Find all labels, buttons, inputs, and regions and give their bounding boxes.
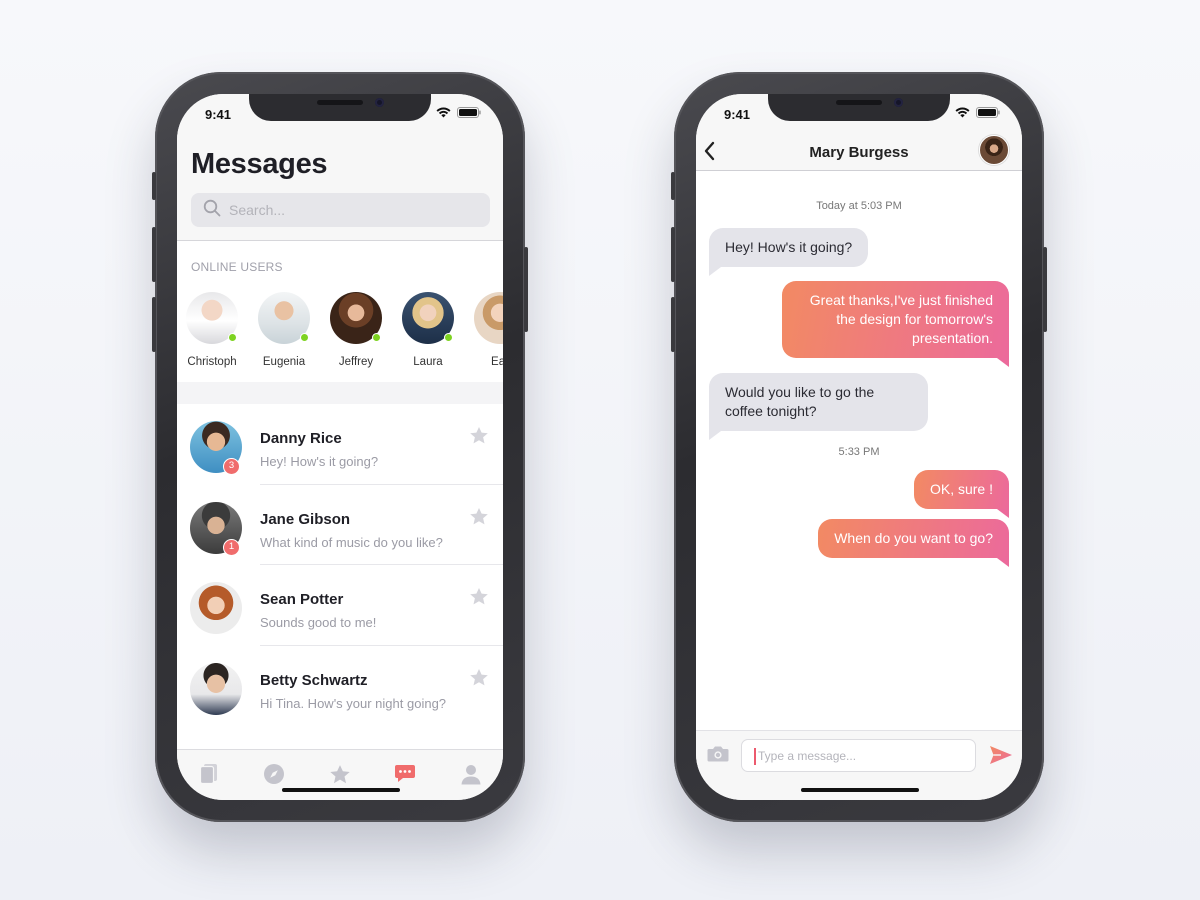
conversation-preview: Sounds good to me! — [260, 615, 377, 630]
avatar — [258, 292, 310, 344]
compass-icon[interactable] — [262, 762, 286, 786]
power-button — [524, 247, 528, 332]
online-user[interactable]: Eugenia — [257, 292, 311, 368]
online-user[interactable]: Laura — [401, 292, 455, 368]
battery-icon — [457, 107, 481, 118]
online-user-name: Laura — [413, 356, 443, 368]
contact-avatar[interactable] — [979, 135, 1009, 165]
volume-down-button — [671, 297, 675, 352]
conversation-item[interactable]: Sean Potter Sounds good to me! — [177, 565, 503, 646]
status-time: 9:41 — [205, 107, 232, 122]
conversation-item[interactable]: Betty Schwartz Hi Tina. How's your night… — [177, 646, 503, 727]
unread-badge: 3 — [223, 458, 240, 475]
volume-up-button — [671, 227, 675, 282]
profile-icon[interactable] — [459, 762, 483, 786]
message-input[interactable] — [758, 741, 968, 770]
online-users-list[interactable]: Christoph Eugenia Jeffrey Laura Ear — [185, 292, 503, 368]
online-user-name: Christoph — [187, 356, 237, 368]
unread-badge: 1 — [223, 538, 240, 556]
front-camera — [894, 98, 903, 107]
conversation-name: Jane Gibson — [260, 510, 351, 528]
avatar — [474, 292, 503, 344]
star-icon[interactable] — [469, 507, 489, 531]
mute-switch — [671, 172, 675, 200]
conversation-name: Danny Rice — [260, 430, 342, 447]
incoming-message[interactable]: Would you like to go the coffee tonight? — [709, 373, 928, 440]
online-user-name: Jeffrey — [338, 356, 374, 368]
online-user-name: Eugenia — [262, 356, 306, 368]
avatar — [402, 292, 454, 344]
volume-down-button — [152, 297, 156, 352]
online-user[interactable]: Ear — [473, 292, 503, 368]
text-caret — [754, 748, 756, 765]
conversation-preview: What kind of music do you like? — [260, 534, 443, 550]
notch — [249, 94, 431, 121]
chat-timestamp: Today at 5:03 PM — [816, 200, 902, 212]
outgoing-message[interactable]: OK, sure ! — [913, 470, 1010, 518]
tab-bar — [177, 749, 503, 800]
battery-icon — [976, 107, 1000, 118]
outgoing-message[interactable]: Great thanks,I've just finished the desi… — [782, 281, 1009, 367]
conversation-preview: Hi Tina. How's your night going? — [260, 695, 447, 711]
cards-icon[interactable] — [197, 762, 221, 786]
status-icons — [436, 107, 481, 118]
avatar — [186, 292, 238, 344]
wifi-icon — [955, 107, 970, 118]
speaker-grille — [836, 100, 882, 105]
notch — [768, 94, 950, 121]
avatar — [330, 292, 382, 344]
status-icons — [955, 107, 1000, 118]
front-camera — [375, 98, 384, 107]
online-indicator — [228, 333, 237, 342]
speaker-grille — [317, 100, 363, 105]
online-user[interactable]: Christoph — [185, 292, 239, 368]
avatar — [190, 582, 242, 634]
mute-switch — [152, 172, 156, 200]
chat-contact-name: Mary Burgess — [809, 144, 909, 161]
conversation-item[interactable]: 3 Danny Rice Hey! How's it going? — [177, 404, 503, 485]
search-input[interactable] — [229, 202, 469, 218]
power-button — [1043, 247, 1047, 332]
star-icon[interactable] — [469, 668, 489, 692]
wifi-icon — [436, 107, 451, 118]
send-icon[interactable] — [989, 745, 1013, 770]
online-indicator — [300, 333, 309, 342]
message-input-field[interactable] — [741, 739, 976, 772]
star-icon[interactable] — [469, 587, 489, 611]
conversation-name: Sean Potter — [260, 591, 344, 608]
avatar — [190, 662, 242, 715]
star-icon[interactable] — [469, 426, 489, 450]
online-user-name: Ear — [491, 356, 503, 368]
chat-navigation-bar: Mary Burgess — [696, 134, 1022, 171]
volume-up-button — [152, 227, 156, 282]
search-icon — [203, 199, 221, 222]
chat-icon[interactable] — [393, 762, 417, 786]
camera-icon[interactable] — [707, 745, 729, 767]
phone-frame-chat: 9:41 Mary Burgess Today at 5:03 PM Hey! … — [671, 72, 1047, 822]
online-user[interactable]: Jeffrey — [329, 292, 383, 368]
conversation-list: 3 Danny Rice Hey! How's it going? 1 Jane… — [177, 404, 503, 726]
chat-timestamp: 5:33 PM — [838, 446, 880, 458]
conversation-item[interactable]: 1 Jane Gibson What kind of music do you … — [177, 485, 503, 565]
online-users-section: ONLINE USERS Christoph Eugenia Jeffrey L… — [177, 242, 503, 382]
section-separator — [177, 382, 503, 404]
outgoing-message[interactable]: When do you want to go? — [818, 519, 1009, 567]
conversation-name: Betty Schwartz — [260, 671, 368, 689]
chat-screen: 9:41 Mary Burgess Today at 5:03 PM Hey! … — [696, 94, 1022, 800]
page-title: Messages — [191, 148, 328, 180]
home-indicator — [801, 788, 919, 792]
incoming-message[interactable]: Hey! How's it going? — [709, 228, 869, 276]
search-bar[interactable] — [191, 193, 490, 227]
online-indicator — [372, 333, 381, 342]
messages-screen: 9:41 Messages ONLINE USERS — [177, 94, 503, 800]
online-users-title: ONLINE USERS — [191, 260, 283, 274]
online-indicator — [444, 333, 453, 342]
home-indicator — [282, 788, 400, 792]
phone-frame-messages: 9:41 Messages ONLINE USERS — [152, 72, 528, 822]
conversation-preview: Hey! How's it going? — [260, 454, 379, 469]
status-time: 9:41 — [724, 107, 751, 122]
star-icon[interactable] — [328, 762, 352, 786]
